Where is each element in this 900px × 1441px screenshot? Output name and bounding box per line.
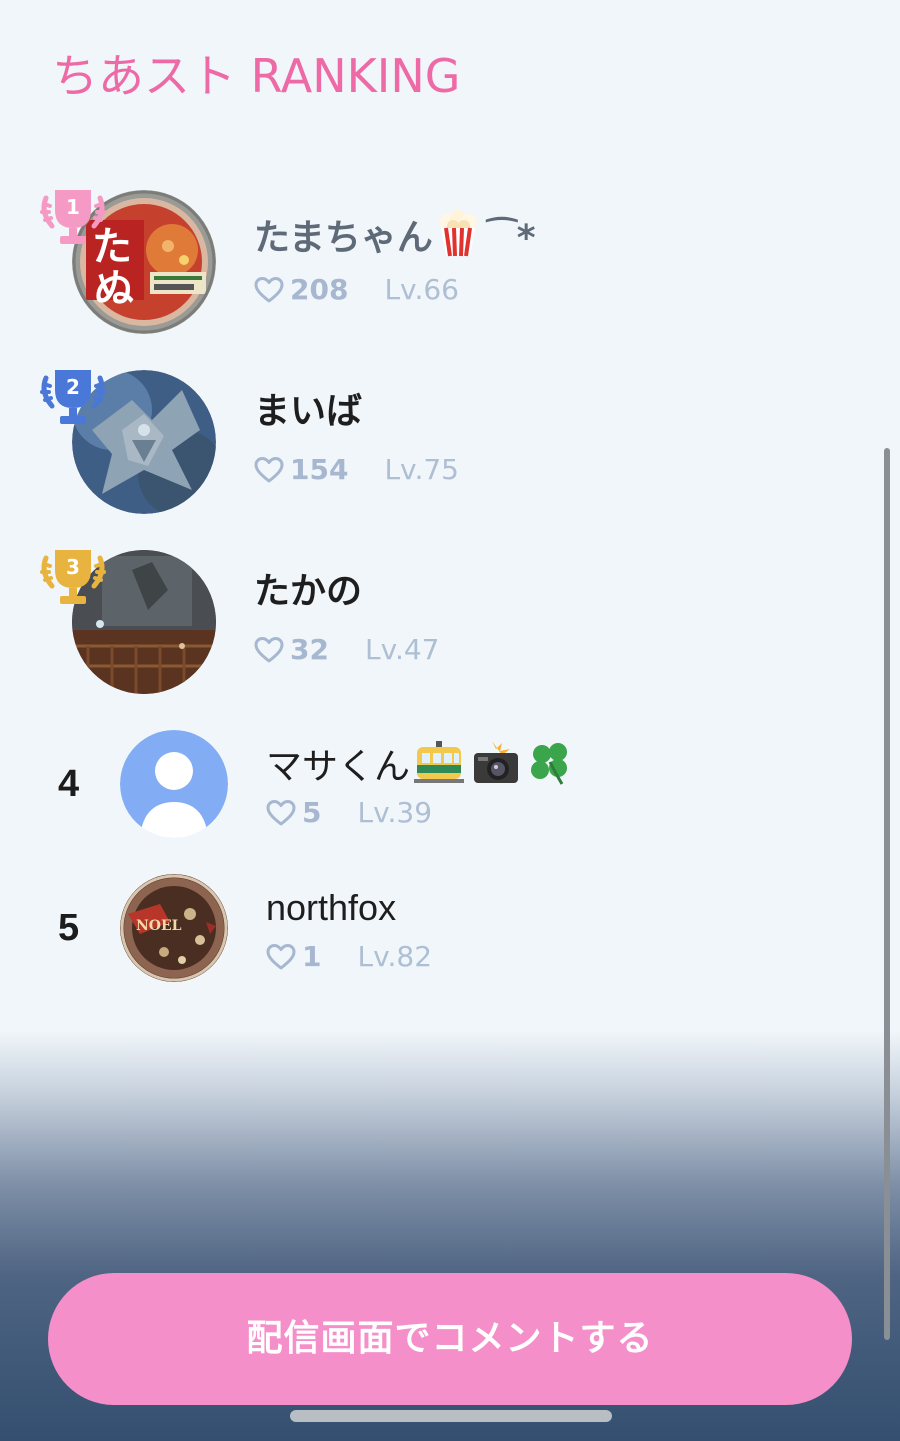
user-stats: 154 Lv.75 <box>254 451 459 488</box>
camera-flash-icon <box>472 741 520 796</box>
svg-text:NOEL: NOEL <box>136 918 182 934</box>
level-label: Lv.66 <box>384 273 459 306</box>
trophy-icon: 2 <box>40 370 106 424</box>
heart-icon <box>254 277 284 303</box>
like-count: 208 <box>290 273 349 306</box>
level-label: Lv.75 <box>384 453 459 486</box>
rank-number: 5 <box>58 907 80 949</box>
heart-icon <box>266 944 296 970</box>
level-label: Lv.39 <box>357 796 433 829</box>
like-count: 154 <box>290 453 349 486</box>
avatar[interactable] <box>120 730 228 838</box>
scrollbar[interactable] <box>884 448 890 1340</box>
trophy-rank-label: 3 <box>66 555 80 579</box>
svg-text:ぬ: ぬ <box>94 266 134 312</box>
user-stats: 32 Lv.47 <box>254 631 440 668</box>
four-leaf-clover-icon <box>528 740 574 797</box>
user-name: マサくん <box>266 740 574 797</box>
like-count: 1 <box>302 940 322 973</box>
heart-icon <box>254 637 284 663</box>
avatar[interactable]: NOEL <box>120 874 228 982</box>
level-label: Lv.47 <box>364 633 440 666</box>
like-count: 5 <box>302 796 322 829</box>
user-name: northfox <box>266 886 396 931</box>
tram-icon <box>414 741 465 796</box>
user-name: まいば <box>254 390 362 434</box>
user-name-suffix: ⁀* <box>486 217 536 259</box>
user-name-text: たかの <box>254 571 363 612</box>
user-name-text: northfox <box>266 887 397 928</box>
home-indicator[interactable] <box>290 1410 612 1422</box>
like-count: 32 <box>290 633 329 666</box>
user-stats: 5 Lv.39 <box>266 794 432 831</box>
level-label: Lv.82 <box>357 940 433 973</box>
user-name-text: まいば <box>254 391 363 432</box>
user-stats: 1 Lv.82 <box>266 938 432 975</box>
ranking-screen: ちあスト RANKING た ぬ 1 たまちゃん ⁀* 208 Lv.66 2 … <box>0 0 900 1441</box>
user-name: たかの <box>254 570 362 614</box>
user-name: たまちゃん ⁀* <box>254 210 536 269</box>
user-stats: 208 Lv.66 <box>254 271 459 308</box>
user-name-text: たまちゃん <box>254 217 433 259</box>
rank-number: 4 <box>58 763 80 805</box>
trophy-icon: 3 <box>40 550 106 604</box>
heart-icon <box>254 457 284 483</box>
page-title: ちあスト RANKING <box>52 49 461 103</box>
trophy-icon: 1 <box>40 190 106 244</box>
user-name-text: マサくん <box>266 746 411 788</box>
comment-on-stream-button[interactable]: 配信画面でコメントする <box>48 1273 852 1405</box>
trophy-rank-label: 1 <box>66 195 80 219</box>
popcorn-icon <box>437 210 479 269</box>
trophy-rank-label: 2 <box>66 375 80 399</box>
heart-icon <box>266 800 296 826</box>
